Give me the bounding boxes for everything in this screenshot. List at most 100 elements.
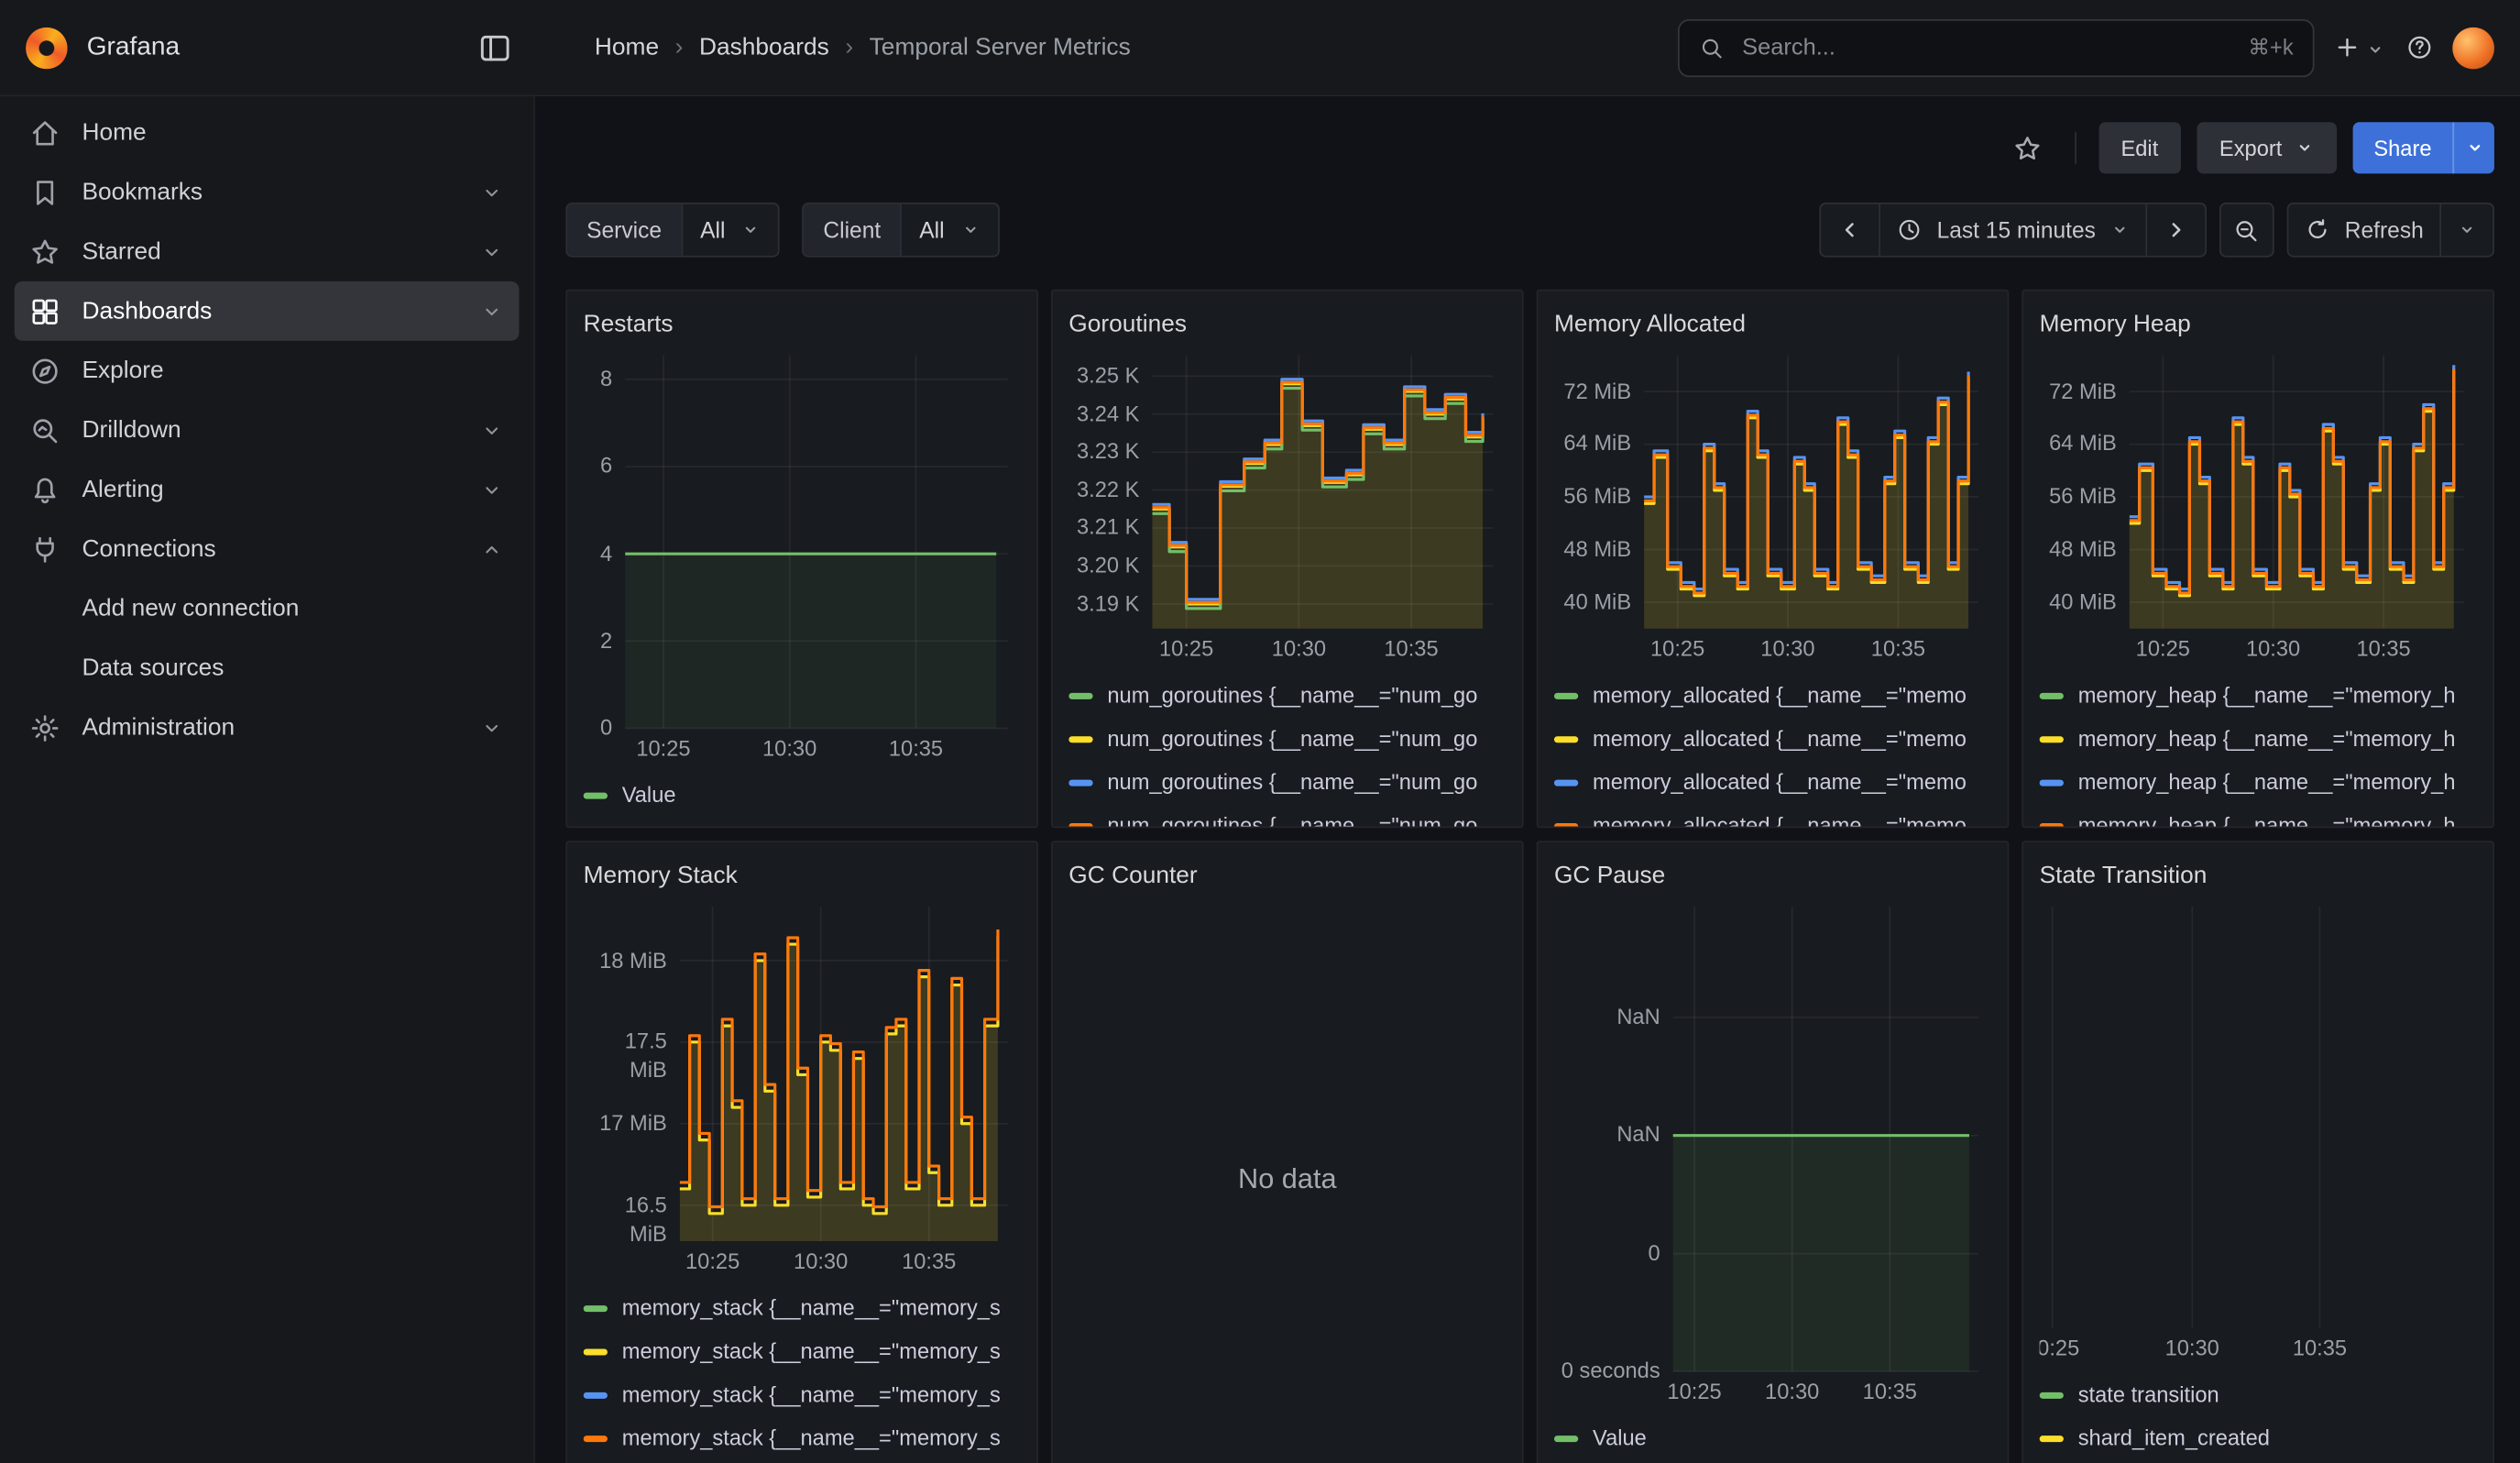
star-icon	[2012, 133, 2043, 163]
time-series-chart[interactable]: 72 MiB64 MiB56 MiB48 MiB40 MiB10:2510:30…	[2040, 346, 2477, 667]
chevron-down-icon	[2366, 38, 2385, 57]
share-button[interactable]: Share	[2353, 122, 2494, 173]
legend-series-color	[584, 1392, 608, 1398]
sidebar-item-home[interactable]: Home	[15, 103, 520, 162]
zoom-out-button[interactable]	[2219, 203, 2274, 258]
legend-item[interactable]: num_goroutines {__name__="num_go	[1068, 761, 1506, 804]
panel-title[interactable]: State Transition	[2040, 855, 2477, 897]
legend-item[interactable]: num_goroutines {__name__="num_go	[1068, 717, 1506, 760]
legend-item[interactable]: Value	[1554, 1416, 1991, 1459]
legend-item[interactable]: state transition	[2040, 1373, 2477, 1416]
panel-title[interactable]: Memory Allocated	[1554, 303, 1991, 346]
panel-title[interactable]: GC Counter	[1068, 855, 1506, 897]
favorite-button[interactable]	[2003, 124, 2052, 172]
legend-item[interactable]: Value	[584, 774, 1021, 817]
legend-item[interactable]: memory_heap {__name__="memory_h	[2040, 674, 2477, 717]
legend-item[interactable]: num_goroutines {__name__="num_go	[1068, 804, 1506, 828]
chevron-down-icon	[479, 715, 505, 741]
sidebar-item-add-new-connection[interactable]: Add new connection	[15, 578, 520, 638]
export-button[interactable]: Export	[2197, 122, 2337, 173]
time-series-chart[interactable]: 72 MiB64 MiB56 MiB48 MiB40 MiB10:2510:30…	[1554, 346, 1991, 667]
main-content: Edit Export Share	[535, 96, 2520, 1463]
x-axis-label: 10:30	[1272, 637, 1326, 661]
y-axis-label: 3.24 K	[1068, 400, 1139, 429]
panel-title[interactable]: Memory Heap	[2040, 303, 2477, 346]
panel-legend: Value	[1554, 1410, 1991, 1459]
sidebar-item-drilldown[interactable]: Drilldown	[15, 401, 520, 460]
x-axis-label: 10:30	[2165, 1336, 2219, 1359]
breadcrumb-home[interactable]: Home	[595, 34, 659, 61]
sidebar-item-starred[interactable]: Starred	[15, 222, 520, 281]
time-shift-forward-button[interactable]	[2145, 204, 2205, 256]
panel-title[interactable]: Memory Stack	[584, 855, 1021, 897]
legend-item[interactable]: memory_allocated {__name__="memo	[1554, 804, 1991, 828]
legend-item[interactable]: memory_stack {__name__="memory_s	[584, 1416, 1021, 1459]
client-variable-select[interactable]: All	[900, 204, 997, 256]
search-box[interactable]: ⌘+k	[1678, 18, 2315, 76]
y-axis-label: 0 seconds	[1554, 1357, 1660, 1386]
panel-title[interactable]: GC Pause	[1554, 855, 1991, 897]
sidebar-item-dashboards[interactable]: Dashboards	[15, 281, 520, 341]
time-series-chart[interactable]: 10:2510:3010:35	[2040, 897, 2477, 1367]
panel-goroutines: Goroutines3.25 K3.24 K3.23 K3.22 K3.21 K…	[1051, 290, 1524, 829]
breadcrumb-dashboards[interactable]: Dashboards	[699, 34, 829, 61]
star-icon	[29, 236, 61, 268]
search-input[interactable]	[1739, 33, 2234, 62]
sidebar-item-alerting[interactable]: Alerting	[15, 460, 520, 520]
time-series-chart[interactable]: 3.25 K3.24 K3.23 K3.22 K3.21 K3.20 K3.19…	[1068, 346, 1506, 667]
sidebar-item-administration[interactable]: Administration	[15, 698, 520, 757]
refresh-button[interactable]: Refresh	[2288, 204, 2439, 256]
share-button-label[interactable]: Share	[2353, 122, 2453, 173]
breadcrumb: Home › Dashboards › Temporal Server Metr…	[595, 34, 1131, 61]
legend-series-color	[1068, 822, 1092, 828]
panel-legend: memory_heap {__name__="memory_hmemory_he…	[2040, 667, 2477, 828]
legend-item[interactable]: memory_heap {__name__="memory_h	[2040, 717, 2477, 760]
sidebar-toggle-icon[interactable]	[477, 29, 513, 65]
legend-item[interactable]: memory_allocated {__name__="memo	[1554, 761, 1991, 804]
time-series-chart[interactable]: 8642010:2510:3010:35	[584, 346, 1021, 767]
help-button[interactable]	[2394, 22, 2443, 73]
time-series-chart[interactable]: NaNNaN00 seconds10:2510:3010:35	[1554, 897, 1991, 1410]
sidebar-item-label: Data sources	[82, 654, 224, 682]
legend-series-label: shard_item_created	[2078, 1426, 2270, 1450]
legend-item[interactable]: memory_allocated {__name__="memo	[1554, 717, 1991, 760]
legend-item[interactable]: memory_stack {__name__="memory_s	[584, 1373, 1021, 1416]
client-variable: Client All	[803, 203, 1000, 258]
dashboard-toolbar: Edit Export Share	[565, 109, 2494, 186]
legend-item[interactable]: memory_stack {__name__="memory_s	[584, 1286, 1021, 1329]
time-series-chart[interactable]: 18 MiB17.5 MiB17 MiB16.5 MiB10:2510:3010…	[584, 897, 1021, 1280]
sidebar-item-explore[interactable]: Explore	[15, 341, 520, 401]
add-button[interactable]	[2334, 22, 2385, 73]
grafana-logo[interactable]	[26, 27, 68, 69]
sidebar-item-data-sources[interactable]: Data sources	[15, 638, 520, 698]
legend-item[interactable]: memory_allocated {__name__="memo	[1554, 674, 1991, 717]
legend-item[interactable]: num_goroutines {__name__="num_go	[1068, 674, 1506, 717]
edit-button[interactable]: Edit	[2098, 122, 2181, 173]
sidebar-item-label: Explore	[82, 357, 163, 384]
legend-series-color	[1554, 692, 1578, 698]
client-variable-label: Client	[804, 204, 900, 256]
topbar: Grafana Home › Dashboards › Temporal Ser…	[0, 0, 2520, 96]
y-axis-label: 72 MiB	[1554, 377, 1631, 406]
legend-item[interactable]: memory_heap {__name__="memory_h	[2040, 761, 2477, 804]
chevron-down-icon	[960, 220, 980, 239]
legend-item[interactable]: memory_stack {__name__="memory_s	[584, 1329, 1021, 1372]
panel-title[interactable]: Restarts	[584, 303, 1021, 346]
chevron-down-icon	[741, 220, 761, 239]
export-button-label: Export	[2219, 136, 2282, 160]
panel-title[interactable]: Goroutines	[1068, 303, 1506, 346]
y-axis-label: 3.22 K	[1068, 476, 1139, 505]
time-shift-back-button[interactable]	[1821, 204, 1879, 256]
sidebar-item-bookmarks[interactable]: Bookmarks	[15, 162, 520, 222]
refresh-interval-button[interactable]	[2439, 204, 2493, 256]
sidebar-item-connections[interactable]: Connections	[15, 519, 520, 578]
user-avatar[interactable]	[2452, 27, 2494, 69]
legend-item[interactable]: memory_heap {__name__="memory_h	[2040, 804, 2477, 828]
sidebar-item-label: Administration	[82, 714, 235, 742]
time-range-button[interactable]: Last 15 minutes	[1879, 204, 2145, 256]
y-axis-label: 56 MiB	[1554, 482, 1631, 512]
service-variable-select[interactable]: All	[681, 204, 778, 256]
legend-item[interactable]: shard_item_created	[2040, 1416, 2477, 1459]
y-axis-label: 18 MiB	[584, 946, 667, 975]
share-menu-button[interactable]	[2452, 122, 2494, 173]
